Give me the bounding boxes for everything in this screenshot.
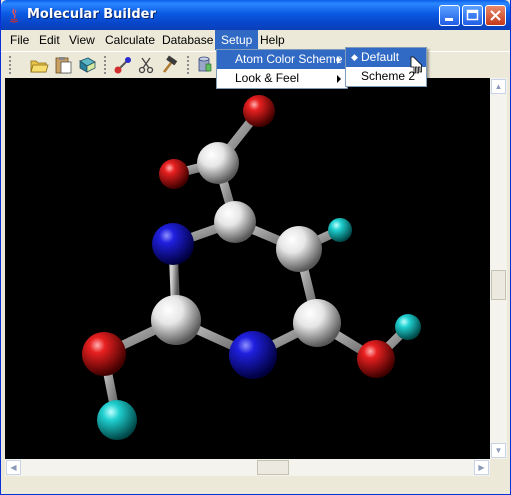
maximize-icon [466, 9, 479, 21]
menu-bar: File Edit View Calculate Database Setup … [1, 30, 510, 50]
hydrogen-atom[interactable] [395, 314, 421, 340]
window-title: Molecular Builder [27, 7, 156, 22]
menu-setup[interactable]: Setup [215, 30, 259, 50]
atoms [82, 95, 421, 440]
setup-menu-dropdown: Atom Color Scheme Look & Feel [216, 49, 348, 89]
database-icon[interactable] [195, 55, 215, 75]
selected-radio-icon: ◆ [351, 52, 358, 62]
hydrogen-atom[interactable] [328, 218, 352, 242]
java-app-icon [9, 8, 19, 23]
scroll-up-button[interactable]: ▲ [491, 79, 506, 94]
hammer-icon[interactable] [159, 55, 179, 75]
molecular-builder-window: Molecular Builder File Edit View Calcula… [0, 0, 511, 495]
menu-edit[interactable]: Edit [33, 30, 66, 50]
horizontal-scrollbar[interactable]: ◀ ▶ [5, 459, 490, 476]
submenu-arrow-icon [337, 56, 341, 64]
carbon-atom[interactable] [276, 226, 322, 272]
maximize-button[interactable] [462, 5, 483, 26]
oxygen-atom[interactable] [243, 95, 275, 127]
open-folder-icon[interactable] [29, 55, 49, 75]
molecule-viewport[interactable] [5, 78, 490, 459]
toolbar-grip[interactable] [9, 56, 11, 75]
scheme-2-label: Scheme 2 [361, 69, 416, 83]
carbon-atom[interactable] [214, 201, 256, 243]
atom-color-scheme-menu-item[interactable]: Atom Color Scheme [217, 50, 347, 69]
close-button[interactable] [485, 5, 506, 26]
status-bar [5, 477, 507, 491]
scrollbar-corner [490, 459, 507, 476]
carbon-atom[interactable] [197, 142, 239, 184]
submenu-arrow-icon [337, 75, 341, 83]
horizontal-scroll-thumb[interactable] [257, 460, 289, 475]
vertical-scrollbar[interactable]: ▲ ▼ [490, 78, 507, 459]
nitrogen-atom[interactable] [229, 331, 277, 379]
mouse-cursor-icon [410, 56, 422, 74]
scroll-down-button[interactable]: ▼ [491, 443, 506, 458]
book-icon[interactable] [77, 55, 97, 75]
look-and-feel-label: Look & Feel [235, 71, 300, 85]
molecule-3d-view[interactable] [5, 78, 490, 459]
carbon-atom[interactable] [293, 299, 341, 347]
clipboard-icon[interactable] [53, 55, 73, 75]
hydrogen-atom[interactable] [97, 400, 137, 440]
minimize-icon [445, 18, 453, 21]
oxygen-atom[interactable] [82, 332, 126, 376]
atom-color-scheme-label: Atom Color Scheme [235, 52, 343, 66]
menu-view[interactable]: View [63, 30, 101, 50]
look-and-feel-menu-item[interactable]: Look & Feel [217, 69, 347, 88]
vertical-scroll-thumb[interactable] [491, 270, 506, 300]
scroll-left-button[interactable]: ◀ [6, 460, 21, 475]
oxygen-atom[interactable] [357, 340, 395, 378]
default-scheme-label: Default [361, 50, 400, 64]
title-bar[interactable]: Molecular Builder [1, 0, 510, 30]
nitrogen-atom[interactable] [152, 223, 194, 265]
close-icon [490, 10, 501, 21]
toolbar-separator [104, 56, 106, 75]
carbon-atom[interactable] [151, 295, 201, 345]
menu-database[interactable]: Database [156, 30, 219, 50]
menu-help[interactable]: Help [254, 30, 291, 50]
minimize-button[interactable] [439, 5, 460, 26]
menu-calculate[interactable]: Calculate [99, 30, 161, 50]
bond-tool-icon[interactable] [113, 55, 133, 75]
scissors-icon[interactable] [136, 55, 156, 75]
oxygen-atom[interactable] [159, 159, 189, 189]
scroll-right-button[interactable]: ▶ [474, 460, 489, 475]
menu-file[interactable]: File [4, 30, 35, 50]
toolbar-separator [187, 56, 189, 75]
